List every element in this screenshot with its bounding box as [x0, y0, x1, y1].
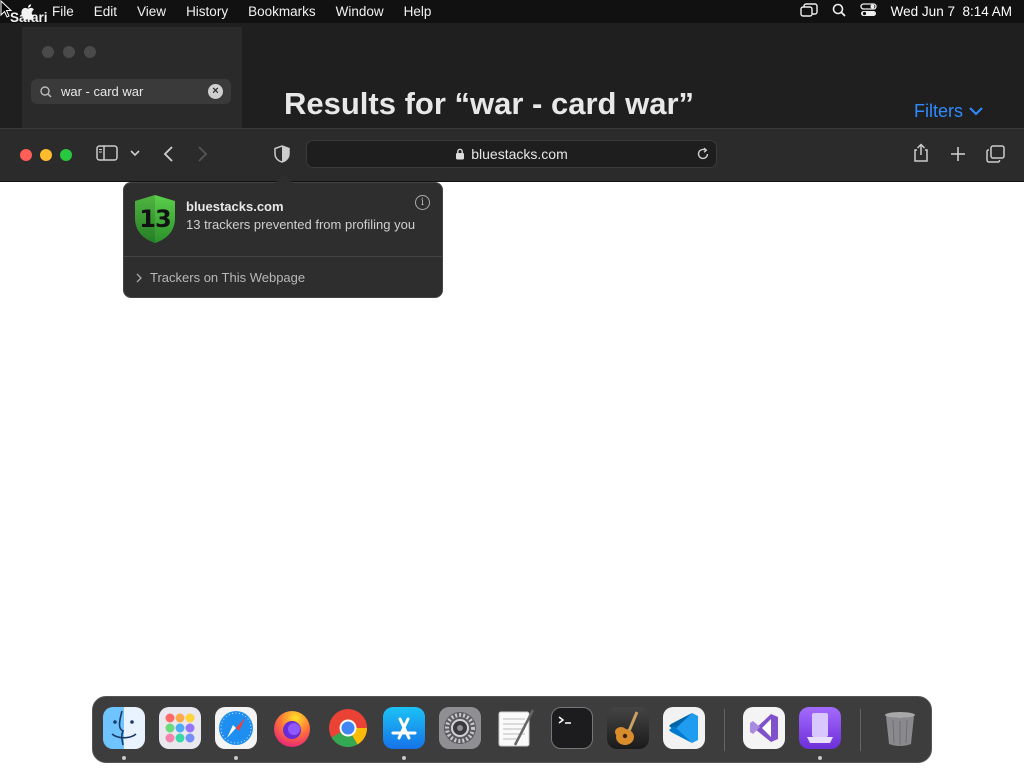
popover-caret — [275, 174, 293, 183]
menu-bookmarks[interactable]: Bookmarks — [238, 4, 326, 19]
filters-button[interactable]: Filters — [914, 101, 983, 122]
visual-studio-icon[interactable] — [743, 707, 785, 749]
reload-icon[interactable] — [696, 147, 710, 164]
vscode-icon[interactable] — [663, 707, 705, 749]
trackers-disclosure[interactable]: Trackers on This Webpage — [136, 270, 305, 285]
chevron-down-icon — [969, 107, 983, 116]
clear-search-icon[interactable]: × — [208, 84, 223, 99]
search-icon — [40, 85, 52, 98]
minimize-button[interactable] — [40, 149, 52, 161]
safari-toolbar: bluestacks.com — [0, 129, 1024, 182]
results-title: Results for “war - card war” — [284, 86, 695, 121]
app-store-search-field[interactable]: war - card war × — [31, 79, 231, 104]
app-store-icon[interactable] — [383, 707, 425, 749]
share-icon[interactable] — [912, 143, 930, 163]
dock-separator — [724, 709, 725, 751]
clock[interactable]: Wed Jun 7 8:14 AM — [891, 4, 1012, 19]
trackers-link-label: Trackers on This Webpage — [150, 270, 306, 285]
menu-view[interactable]: View — [127, 4, 176, 19]
chevron-right-icon — [136, 273, 142, 282]
inactive-traffic-lights — [42, 46, 96, 58]
tab-group-chevron-down-icon[interactable] — [130, 150, 140, 157]
tracker-shield-badge-icon: 13 — [134, 194, 176, 244]
close-button[interactable] — [42, 46, 54, 58]
privacy-report-popover: 13 bluestacks.com 13 trackers prevented … — [123, 174, 443, 298]
launchpad-icon[interactable] — [159, 707, 201, 749]
popover-description: 13 trackers prevented from profiling you — [186, 217, 416, 232]
zoom-button[interactable] — [84, 46, 96, 58]
menu-help[interactable]: Help — [394, 4, 442, 19]
menu-edit[interactable]: Edit — [84, 4, 127, 19]
chrome-icon[interactable] — [327, 707, 369, 749]
running-indicator — [818, 756, 822, 760]
running-indicator — [122, 756, 126, 760]
menu-window[interactable]: Window — [326, 4, 394, 19]
popover-divider — [124, 256, 442, 257]
safari-icon[interactable] — [215, 707, 257, 749]
trash-icon[interactable] — [879, 707, 921, 749]
minimize-button[interactable] — [63, 46, 75, 58]
filters-label: Filters — [914, 101, 963, 121]
address-bar[interactable]: bluestacks.com — [306, 140, 717, 168]
screen-mirroring-icon[interactable] — [799, 3, 818, 20]
system-settings-icon[interactable] — [439, 707, 481, 749]
search-value: war - card war — [61, 84, 144, 99]
popover-site-name: bluestacks.com — [186, 199, 284, 214]
mouse-pointer-icon — [0, 0, 13, 23]
running-indicator — [402, 756, 406, 760]
zoom-button[interactable] — [60, 149, 72, 161]
spotlight-search-icon[interactable] — [832, 3, 846, 20]
terminal-icon[interactable] — [551, 707, 593, 749]
finder-icon[interactable] — [103, 707, 145, 749]
url-text: bluestacks.com — [471, 146, 568, 162]
dock-separator — [860, 709, 861, 751]
forward-icon[interactable] — [197, 145, 209, 163]
control-center-icon[interactable] — [860, 3, 877, 20]
tracker-count: 13 — [139, 205, 171, 233]
menu-bar: Safari File Edit View History Bookmarks … — [0, 0, 1024, 25]
dock — [92, 696, 932, 763]
garageband-icon[interactable] — [607, 707, 649, 749]
firefox-icon[interactable] — [271, 707, 313, 749]
lock-icon — [456, 148, 465, 160]
info-icon[interactable]: i — [415, 195, 430, 210]
menu-history[interactable]: History — [176, 4, 238, 19]
privacy-report-shield-icon[interactable] — [274, 145, 290, 163]
tab-overview-icon[interactable] — [986, 145, 1005, 163]
back-icon[interactable] — [162, 145, 174, 163]
sidebar-toggle-icon[interactable] — [96, 145, 118, 161]
running-indicator — [234, 756, 238, 760]
new-tab-plus-icon[interactable] — [950, 146, 966, 162]
simulator-icon[interactable] — [799, 707, 841, 749]
close-button[interactable] — [20, 149, 32, 161]
textedit-icon[interactable] — [495, 707, 537, 749]
